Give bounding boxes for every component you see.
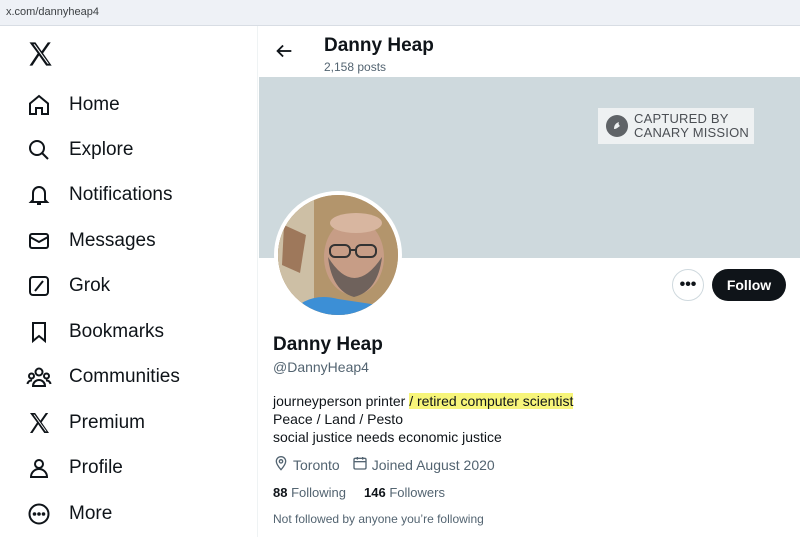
more-circle-icon <box>22 497 56 531</box>
canary-seal-icon <box>606 115 628 137</box>
follow-button[interactable]: Follow <box>712 269 786 301</box>
profile-handle: @DannyHeap4 <box>273 359 369 375</box>
watermark-line-2: CANARY MISSION <box>634 125 750 140</box>
location-text: Toronto <box>293 456 340 473</box>
sidebar-item-label: More <box>69 503 113 524</box>
followers-label: Followers <box>389 485 445 500</box>
sidebar: Home Explore Notifications Messages Grok… <box>0 26 258 537</box>
bio-highlighted-text: / retired computer scientist <box>409 393 574 409</box>
sidebar-item-label: Premium <box>69 412 146 433</box>
sidebar-item-grok[interactable]: Grok <box>22 268 110 304</box>
sidebar-item-explore[interactable]: Explore <box>22 132 133 168</box>
sidebar-item-label: Grok <box>69 275 111 296</box>
sidebar-item-label: Profile <box>69 457 123 478</box>
calendar-icon <box>352 455 368 474</box>
profile-header: Danny Heap 2,158 posts <box>259 26 800 77</box>
envelope-icon <box>22 224 56 258</box>
bio-text: journeyperson printer <box>273 393 410 409</box>
bell-icon <box>22 178 56 212</box>
x-logo-icon[interactable] <box>26 40 54 68</box>
sidebar-item-label: Bookmarks <box>69 321 165 342</box>
back-arrow-icon[interactable] <box>273 40 295 62</box>
sidebar-item-label: Explore <box>69 139 134 160</box>
sidebar-item-home[interactable]: Home <box>22 87 120 123</box>
header-post-count: 2,158 posts <box>324 60 387 74</box>
grok-icon <box>22 269 56 303</box>
sidebar-item-messages[interactable]: Messages <box>22 223 156 259</box>
x-icon <box>22 406 56 440</box>
bio-text: Peace / Land / Pesto <box>273 411 403 427</box>
profile-main: Danny Heap 2,158 posts CAPTURED BY CANAR… <box>259 26 800 537</box>
profile-meta: Toronto Joined August 2020 <box>273 455 507 474</box>
sidebar-item-label: Home <box>69 94 120 115</box>
search-icon <box>22 133 56 167</box>
sidebar-item-label: Communities <box>69 366 180 387</box>
sidebar-item-label: Notifications <box>69 184 173 205</box>
following-label: Following <box>291 485 347 500</box>
more-options-button[interactable]: ••• <box>672 269 704 301</box>
sidebar-item-more[interactable]: More <box>22 496 112 532</box>
sidebar-item-label: Messages <box>69 230 156 251</box>
followers-count: 146 <box>364 485 386 500</box>
person-icon <box>22 451 56 485</box>
follow-counts: 88 Following 146 Followers <box>273 485 463 500</box>
location-pin-icon <box>273 455 289 474</box>
sidebar-item-premium[interactable]: Premium <box>22 405 145 441</box>
home-icon <box>22 88 56 122</box>
sidebar-item-notifications[interactable]: Notifications <box>22 177 173 213</box>
followers-link[interactable]: 146 Followers <box>364 485 445 500</box>
watermark-line-1: CAPTURED BY <box>634 111 729 126</box>
location: Toronto <box>273 455 340 474</box>
profile-display-name: Danny Heap <box>273 334 383 355</box>
following-count: 88 <box>273 485 288 500</box>
bookmark-icon <box>22 315 56 349</box>
communities-icon <box>22 360 56 394</box>
header-display-name: Danny Heap <box>324 35 434 56</box>
bio-text: social justice needs economic justice <box>273 429 502 445</box>
url-text[interactable]: x.com/dannyheap4 <box>6 6 99 18</box>
following-link[interactable]: 88 Following <box>273 485 346 500</box>
join-date-text: Joined August 2020 <box>371 456 495 473</box>
browser-url-bar[interactable]: x.com/dannyheap4 <box>0 0 800 26</box>
sidebar-item-communities[interactable]: Communities <box>22 359 180 395</box>
watermark-stamp: CAPTURED BY CANARY MISSION <box>598 108 754 144</box>
mutual-followers-note: Not followed by anyone you’re following <box>273 512 484 526</box>
sidebar-item-profile[interactable]: Profile <box>22 450 123 486</box>
profile-bio: journeyperson printer / retired computer… <box>273 392 574 446</box>
watermark-text: CAPTURED BY CANARY MISSION <box>634 112 749 140</box>
sidebar-item-bookmarks[interactable]: Bookmarks <box>22 314 164 350</box>
join-date: Joined August 2020 <box>352 455 495 474</box>
avatar[interactable] <box>274 191 402 319</box>
